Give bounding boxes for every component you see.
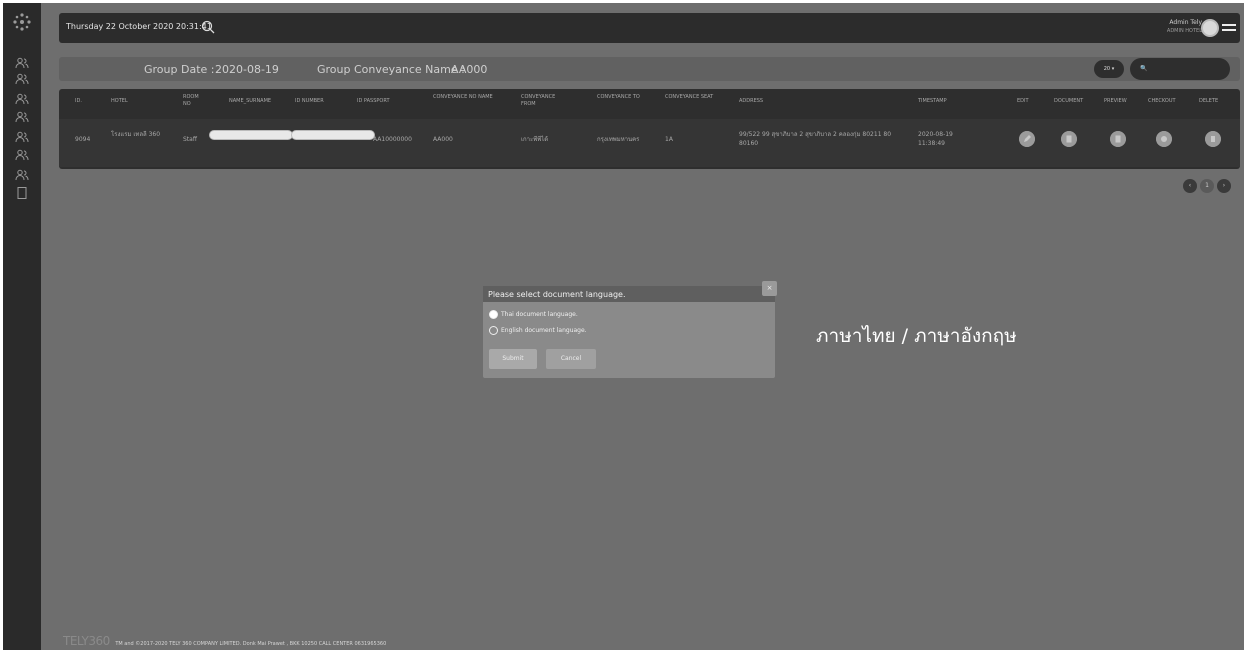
redacted-id-number: [291, 130, 375, 140]
document-icon[interactable]: [1061, 131, 1077, 147]
column-header: CONVEYANCE TO: [597, 94, 640, 100]
column-header: ID NUMBER: [295, 98, 324, 104]
hamburger-menu-icon[interactable]: [1222, 22, 1236, 34]
users-icon[interactable]: [15, 73, 29, 85]
radio-thai[interactable]: [489, 310, 498, 319]
cell-address: 99/522 99 สุขาภิบาล 2 สุขาภิบาล 2 คลองกุ…: [739, 131, 892, 147]
column-header: ADDRESS: [739, 98, 764, 104]
checkout-icon[interactable]: [1156, 131, 1172, 147]
cell-conveyance-no: AA000: [433, 136, 453, 143]
data-table: ID. HOTEL ROOM NO NAME_SURNAME ID NUMBER…: [59, 89, 1240, 169]
redacted-name: [209, 130, 293, 140]
close-button[interactable]: ×: [762, 281, 777, 296]
edit-icon[interactable]: [1019, 131, 1035, 147]
users-icon[interactable]: [15, 57, 29, 69]
cell-timestamp: 2020-08-19 11:38:49: [918, 131, 953, 147]
logo-icon[interactable]: [11, 11, 33, 33]
search-input[interactable]: [1130, 58, 1230, 80]
column-header: DOCUMENT: [1054, 98, 1084, 104]
radio-english[interactable]: [489, 326, 498, 335]
submit-label: Submit: [502, 355, 524, 362]
page-size-select[interactable]: 20 ▾: [1094, 60, 1124, 78]
submit-button[interactable]: Submit: [489, 349, 537, 369]
avatar[interactable]: [1201, 19, 1219, 37]
group-conveyance-label: Group Conveyance Name :: [317, 63, 465, 76]
users-icon[interactable]: [15, 131, 29, 143]
column-header: CONVEYANCE FROM: [521, 94, 556, 107]
pagination-current[interactable]: 1: [1200, 179, 1214, 193]
column-header: NAME_SURNAME: [229, 98, 272, 104]
cell-passport: AA10000000: [373, 136, 412, 143]
column-header: ID PASSPORT: [357, 98, 390, 104]
column-header: HOTEL: [111, 98, 128, 104]
users-icon[interactable]: [15, 93, 29, 105]
group-date-label: Group Date :: [144, 63, 215, 76]
users-icon[interactable]: [15, 169, 29, 181]
language-annotation: ภาษาไทย / ภาษาอังกฤษ: [816, 325, 1017, 347]
cell-room: Staff: [183, 136, 197, 143]
dialog-title: Please select document language.: [488, 290, 626, 299]
app-window: Thursday 22 October 2020 20:31:41 Admin …: [3, 3, 1244, 650]
footer-text: TM and ©2017-2020 TELY 360 COMPANY LIMIT…: [115, 641, 387, 647]
pagination-prev-label: ‹: [1188, 182, 1192, 189]
users-icon[interactable]: [15, 149, 29, 161]
pagination-next[interactable]: ›: [1217, 179, 1231, 193]
cell-seat: 1A: [665, 136, 673, 143]
radio-english-label: English document language.: [501, 327, 587, 334]
cell-hotel: โรงแรม เทลลี 360: [111, 131, 161, 138]
column-header: ROOM NO: [183, 94, 199, 107]
cell-to: กรุงเทพมหานคร: [597, 136, 640, 143]
users-icon[interactable]: [15, 111, 29, 123]
column-header: DELETE: [1199, 98, 1219, 104]
pagination-next-label: ›: [1222, 182, 1226, 189]
cancel-button[interactable]: Cancel: [546, 349, 596, 369]
table-row[interactable]: 9094 โรงแรม เทลลี 360 Staff AA10000000 A…: [59, 119, 1240, 167]
column-header: ID.: [75, 98, 82, 104]
footer: TELY360 TM and ©2017-2020 TELY 360 COMPA…: [63, 634, 386, 648]
column-header: EDIT: [1017, 98, 1029, 104]
preview-icon[interactable]: [1110, 131, 1126, 147]
page-size-value: 20: [1103, 66, 1111, 72]
column-header: CONVEYANCE SEAT: [665, 94, 714, 100]
column-header: TIMESTAMP: [918, 98, 947, 104]
current-datetime: Thursday 22 October 2020 20:31:41: [66, 22, 212, 31]
cancel-label: Cancel: [560, 355, 582, 362]
sidebar: [3, 3, 41, 650]
admin-hotel: ADMIN HOTEL: [1166, 28, 1202, 34]
cell-from: เกาะพีพีได้: [521, 136, 549, 143]
group-conveyance-value: AA000: [451, 63, 488, 76]
top-bar: Thursday 22 October 2020 20:31:41 Admin …: [59, 13, 1240, 43]
document-icon[interactable]: [15, 187, 29, 199]
group-header: Group Date : 2020-08-19 Group Conveyance…: [59, 57, 1240, 81]
pagination-current-label: 1: [1205, 182, 1209, 189]
column-header: CONVEYANCE NO NAME: [433, 94, 493, 100]
column-header: PREVIEW: [1104, 98, 1127, 104]
close-icon: ×: [766, 284, 773, 292]
dialog-header: Please select document language.: [483, 286, 775, 302]
admin-name: Admin Tely: [1169, 19, 1202, 26]
pagination-prev[interactable]: ‹: [1183, 179, 1197, 193]
radio-thai-label: Thai document language.: [501, 311, 578, 318]
column-header: CHECKOUT: [1148, 98, 1176, 104]
language-dialog: Please select document language. × Thai …: [483, 281, 777, 378]
cell-id: 9094: [75, 136, 91, 143]
group-date-value: 2020-08-19: [215, 63, 279, 76]
search-icon[interactable]: [201, 20, 215, 34]
footer-brand: TELY360: [63, 634, 110, 648]
delete-icon[interactable]: [1205, 131, 1221, 147]
